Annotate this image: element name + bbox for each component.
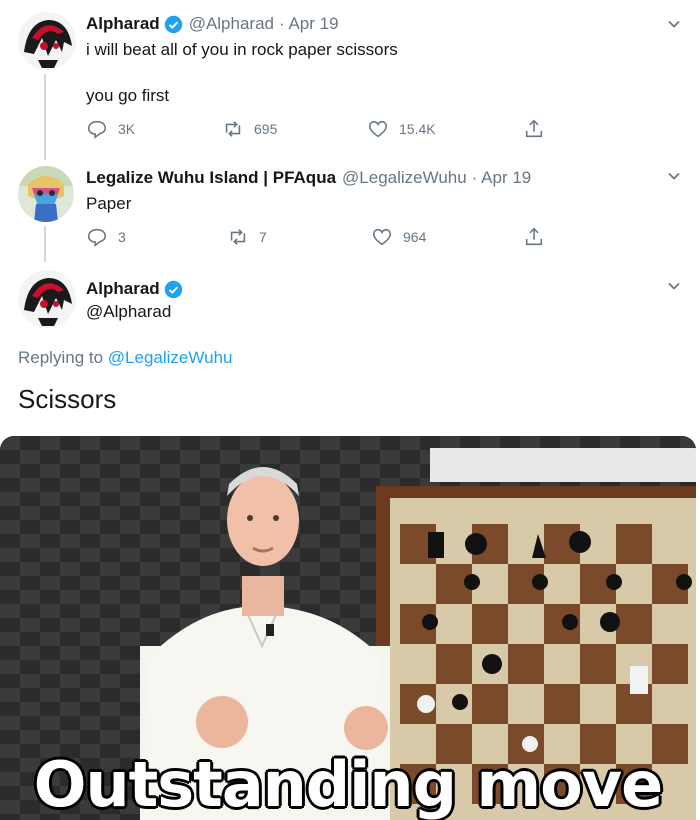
tweet-date[interactable]: · Apr 19 xyxy=(279,14,339,34)
media-caption: Outstanding move xyxy=(33,748,663,820)
reply-icon xyxy=(87,228,107,247)
author-handle[interactable]: @LegalizeWuhu xyxy=(342,168,467,188)
avatar-image xyxy=(18,166,74,222)
retweet-button[interactable]: 695 xyxy=(222,118,277,140)
retweet-icon xyxy=(230,229,246,245)
chevron-down-icon[interactable] xyxy=(666,16,682,32)
tweet-text-line-2: you go first xyxy=(86,86,170,105)
verified-badge-icon xyxy=(164,15,182,33)
replying-prefix: Replying to xyxy=(18,348,104,367)
chevron-down-icon[interactable] xyxy=(666,168,682,184)
tweet-media[interactable]: Outstanding move xyxy=(0,436,696,820)
tweet-text-line-1: i will beat all of you in rock paper sci… xyxy=(86,40,398,59)
retweet-count: 695 xyxy=(254,121,278,137)
main-tweet-text: Scissors xyxy=(18,384,117,414)
avatar-image xyxy=(18,12,76,70)
retweet-button[interactable]: 7 xyxy=(227,226,267,248)
tweet-date[interactable]: · Apr 19 xyxy=(472,168,532,188)
share-icon xyxy=(525,119,543,138)
share-button[interactable] xyxy=(523,226,555,248)
avatar-alpharad[interactable] xyxy=(18,270,76,328)
share-icon xyxy=(525,227,543,246)
reply-count: 3 xyxy=(118,229,126,245)
like-count: 15.4K xyxy=(399,121,436,137)
chevron-down-icon[interactable] xyxy=(666,278,682,294)
heart-icon xyxy=(372,228,392,246)
avatar-legalizewuhu[interactable] xyxy=(18,166,74,222)
reply-icon xyxy=(87,120,107,139)
retweet-count: 7 xyxy=(259,229,267,245)
replying-to-link[interactable]: @LegalizeWuhu xyxy=(108,348,233,367)
reply-button[interactable]: 3K xyxy=(86,118,135,140)
tweet-actions: 3K 695 15.4K xyxy=(86,118,556,142)
thread-line xyxy=(44,74,46,160)
verified-badge-icon xyxy=(164,280,182,298)
reply-button[interactable]: 3 xyxy=(86,226,126,248)
author-name[interactable]: Alpharad xyxy=(86,279,160,299)
author-name[interactable]: Alpharad xyxy=(86,14,160,34)
avatar-alpharad[interactable] xyxy=(18,12,76,70)
like-button[interactable]: 964 xyxy=(371,226,426,248)
thread-line xyxy=(44,226,46,262)
share-button[interactable] xyxy=(523,118,555,140)
avatar-image xyxy=(18,270,76,328)
author-name[interactable]: Legalize Wuhu Island | PFAqua xyxy=(86,168,336,188)
reply-count: 3K xyxy=(118,121,136,137)
replying-to: Replying to @LegalizeWuhu xyxy=(18,348,232,368)
retweet-icon xyxy=(225,121,241,137)
heart-icon xyxy=(368,120,388,138)
tweet-actions: 3 7 964 xyxy=(86,226,556,250)
tweet-text: Paper xyxy=(86,194,132,213)
author-handle[interactable]: @Alpharad xyxy=(86,302,171,322)
like-count: 964 xyxy=(403,229,427,245)
like-button[interactable]: 15.4K xyxy=(367,118,436,140)
author-handle[interactable]: @Alpharad xyxy=(189,14,274,34)
